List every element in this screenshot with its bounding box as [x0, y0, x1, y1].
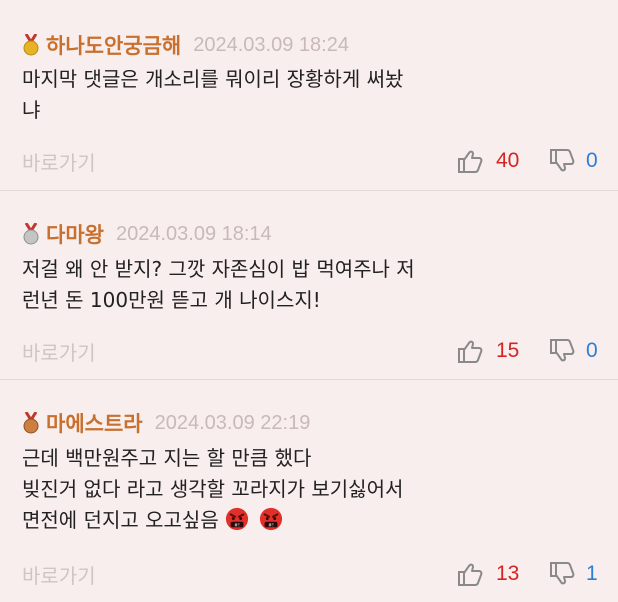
nickname[interactable]: 마에스트라: [46, 408, 143, 438]
bronze-medal-icon: [23, 412, 39, 434]
comment-text: 마지막 댓글은 개소리를 뭐이리 장황하게 써놨 냐: [22, 64, 592, 126]
comment-header: 하나도안궁금해 2024.03.09 18:24: [22, 30, 349, 60]
comment-footer: 바로가기 13 1: [22, 559, 598, 589]
thumbs-down-icon[interactable]: [548, 560, 576, 588]
comment-line: 빚진거 없다 라고 생각할 꼬라지가 보기싫어서: [22, 477, 404, 501]
downvote-count: 0: [586, 149, 598, 172]
upvote-count: 40: [496, 149, 520, 172]
nickname[interactable]: 다마왕: [46, 219, 104, 249]
thumbs-up-icon[interactable]: [456, 147, 484, 175]
comment-line: 저걸 왜 안 받지? 그깟 자존심이 밥 먹여주나 저: [22, 257, 415, 281]
comment-date: 2024.03.09 18:24: [193, 33, 349, 56]
comment-item: 마에스트라 2024.03.09 22:19 근데 백만원주고 지는 할 만큼 …: [0, 380, 618, 602]
goto-link[interactable]: 바로가기: [22, 147, 456, 176]
upvote-count: 15: [496, 339, 520, 362]
goto-link[interactable]: 바로가기: [22, 337, 456, 366]
angry-face-icon: [259, 507, 283, 531]
comment-item: 하나도안궁금해 2024.03.09 18:24 마지막 댓글은 개소리를 뭐이…: [0, 0, 618, 190]
comment-footer: 바로가기 15 0: [22, 336, 598, 366]
thumbs-down-icon[interactable]: [548, 337, 576, 365]
comment-line: 면전에 던지고 오고싶음: [22, 505, 592, 536]
comment-text: 근데 백만원주고 지는 할 만큼 했다 빚진거 없다 라고 생각할 꼬라지가 보…: [22, 443, 592, 536]
thumbs-up-icon[interactable]: [456, 337, 484, 365]
comment-date: 2024.03.09 18:14: [115, 222, 272, 245]
comment-line: 마지막 댓글은 개소리를 뭐이리 장황하게 써놨: [22, 67, 404, 91]
comment-line: 냐: [22, 98, 41, 122]
comment-header: 다마왕 2024.03.09 18:14: [22, 219, 272, 249]
goto-link[interactable]: 바로가기: [22, 560, 456, 589]
comment-text: 저걸 왜 안 받지? 그깟 자존심이 밥 먹여주나 저 런년 돈 100만원 뜯…: [22, 254, 592, 316]
gold-medal-icon: [23, 34, 39, 56]
vote-group: 40 0: [456, 147, 598, 175]
comment-line: 근데 백만원주고 지는 할 만큼 했다: [22, 446, 312, 470]
nickname[interactable]: 하나도안궁금해: [46, 30, 181, 60]
angry-face-icon: [225, 507, 249, 531]
thumbs-up-icon[interactable]: [456, 560, 484, 588]
downvote-count: 0: [586, 339, 598, 362]
silver-medal-icon: [23, 223, 39, 245]
comment-footer: 바로가기 40 0: [22, 146, 598, 176]
comment-date: 2024.03.09 22:19: [154, 411, 311, 434]
comment-line: 런년 돈 100만원 뜯고 개 나이스지!: [22, 288, 321, 312]
vote-group: 13 1: [456, 560, 598, 588]
comment-header: 마에스트라 2024.03.09 22:19: [22, 408, 310, 438]
comment-item: 다마왕 2024.03.09 18:14 저걸 왜 안 받지? 그깟 자존심이 …: [0, 191, 618, 379]
vote-group: 15 0: [456, 337, 598, 365]
thumbs-down-icon[interactable]: [548, 147, 576, 175]
downvote-count: 1: [586, 562, 598, 585]
comment-line-text: 면전에 던지고 오고싶음: [22, 508, 219, 532]
upvote-count: 13: [496, 562, 520, 585]
